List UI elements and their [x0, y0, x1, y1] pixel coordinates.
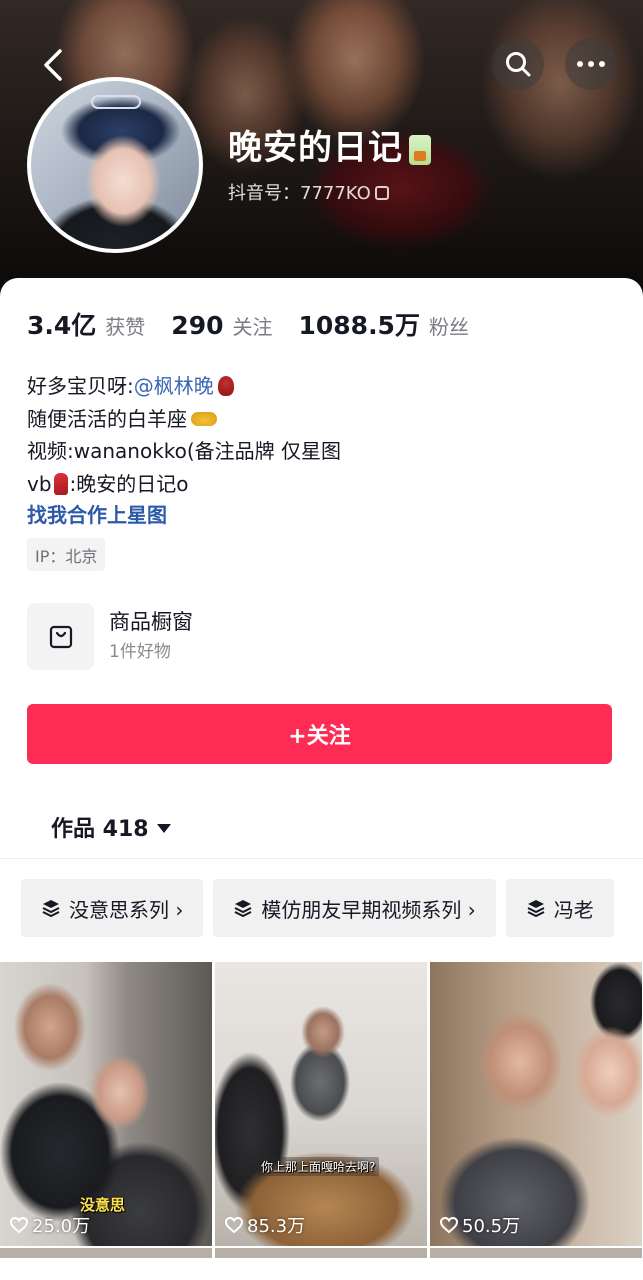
stat-followers[interactable]: 1088.5万 粉丝 [298, 306, 468, 342]
stat-likes[interactable]: 3.4亿 获赞 [27, 306, 145, 342]
tab-works[interactable]: 作品 418 [51, 811, 171, 843]
likes-count: 25.0万 [32, 1216, 91, 1237]
back-button[interactable] [30, 42, 76, 88]
chevron-left-icon [44, 49, 62, 81]
video-likes: 25.0万 [10, 1212, 90, 1238]
drink-badge-icon [409, 135, 431, 165]
series-chip[interactable]: 模仿朋友早期视频系列 › [213, 879, 496, 937]
mention-link[interactable]: @枫林晚 [134, 370, 214, 403]
shop-icon-box [27, 603, 94, 670]
heart-icon [10, 1217, 28, 1233]
layers-icon [527, 900, 545, 918]
video-likes: 50.5万 [440, 1212, 520, 1238]
video-grid: 没意思 25.0万 你上那上面嘎哈去啊? 85.3万 50.5万 [0, 962, 643, 1246]
search-button[interactable] [492, 38, 544, 90]
stat-value: 290 [171, 311, 224, 340]
caret-down-icon [156, 823, 171, 833]
shop-title: 商品橱窗 [109, 609, 193, 634]
cooperation-link[interactable]: 找我合作上星图 [27, 499, 167, 528]
series-chip-label: 冯老 [553, 897, 594, 922]
stat-label: 获赞 [105, 315, 146, 339]
douyin-id[interactable]: 抖音号：7777KO [228, 179, 389, 205]
bio-text: 视频:wananokko(备注品牌 仅星图 [27, 439, 342, 463]
video-thumbnail[interactable]: 50.5万 [430, 962, 642, 1246]
shop-text: 商品橱窗 1件好物 [109, 607, 193, 667]
likes-count: 85.3万 [247, 1216, 306, 1237]
stats-row: 3.4亿 获赞 290 关注 1088.5万 粉丝 [27, 306, 495, 342]
ip-location-tag: IP：北京 [27, 538, 106, 571]
series-chip[interactable]: 没意思系列 › [21, 879, 204, 937]
rose-emoji-icon [217, 376, 234, 397]
bio-line: 好多宝贝呀: @枫林晚 [27, 370, 341, 403]
works-label: 作品 418 [51, 817, 149, 842]
avatar[interactable] [27, 77, 203, 253]
video-thumbnail[interactable] [430, 1248, 642, 1258]
video-likes: 85.3万 [225, 1212, 305, 1238]
profile-name-row: 晚安的日记 [228, 128, 431, 168]
copy-icon[interactable] [374, 186, 389, 200]
follow-button[interactable]: +关注 [27, 704, 612, 764]
bio-line: vb :晚安的日记o [27, 468, 341, 501]
stat-following[interactable]: 290 关注 [171, 311, 272, 340]
layers-icon [234, 900, 252, 918]
profile-name: 晚安的日记 [228, 128, 403, 168]
series-chip-label: 没意思系列 › [69, 897, 184, 922]
shopping-bag-icon [49, 625, 72, 648]
stat-label: 粉丝 [428, 315, 469, 339]
profile-card: 3.4亿 获赞 290 关注 1088.5万 粉丝 好多宝贝呀: @枫林晚 随便… [0, 278, 643, 1280]
series-chip-label: 模仿朋友早期视频系列 › [261, 897, 476, 922]
bio-line: 随便活活的白羊座 [27, 403, 341, 436]
douyin-id-text: 抖音号：7777KO [228, 183, 371, 204]
video-caption: 你上那上面嘎哈去啊? [257, 1157, 380, 1176]
cloud-emoji-icon [191, 411, 217, 426]
bio-text: 随便活活的白羊座 [27, 406, 187, 431]
video-thumbnail[interactable]: 你上那上面嘎哈去啊? 85.3万 [215, 962, 427, 1246]
ribbon-emoji-icon [53, 472, 68, 495]
stat-value: 3.4亿 [27, 311, 97, 340]
series-chip-row: 没意思系列 › 模仿朋友早期视频系列 › 冯老 [21, 879, 614, 937]
video-thumbnail[interactable]: 没意思 25.0万 [0, 962, 212, 1246]
shop-window-entry[interactable]: 商品橱窗 1件好物 [27, 603, 193, 670]
series-chip[interactable]: 冯老 [505, 879, 614, 937]
heart-icon [440, 1217, 458, 1233]
bio-text: 好多宝贝呀: [27, 374, 134, 398]
divider [0, 858, 643, 859]
more-dots-icon [577, 61, 605, 67]
bio-text: :晚安的日记o [69, 471, 189, 496]
shop-subtitle: 1件好物 [109, 641, 171, 662]
likes-count: 50.5万 [462, 1216, 521, 1237]
cap-logo [91, 95, 141, 109]
layers-icon [42, 900, 60, 918]
video-thumbnail[interactable] [215, 1248, 427, 1258]
profile-banner: 晚安的日记 抖音号：7777KO [0, 0, 643, 300]
more-button[interactable] [565, 38, 617, 90]
next-video-row [0, 1248, 643, 1258]
bio-text: vb [27, 471, 52, 496]
search-icon [506, 52, 531, 77]
bio-line: 视频:wananokko(备注品牌 仅星图 [27, 435, 341, 468]
stat-value: 1088.5万 [298, 311, 420, 340]
bio: 好多宝贝呀: @枫林晚 随便活活的白羊座 视频:wananokko(备注品牌 仅… [27, 370, 341, 500]
heart-icon [225, 1217, 243, 1233]
stat-label: 关注 [232, 315, 273, 339]
video-thumbnail[interactable] [0, 1248, 212, 1258]
